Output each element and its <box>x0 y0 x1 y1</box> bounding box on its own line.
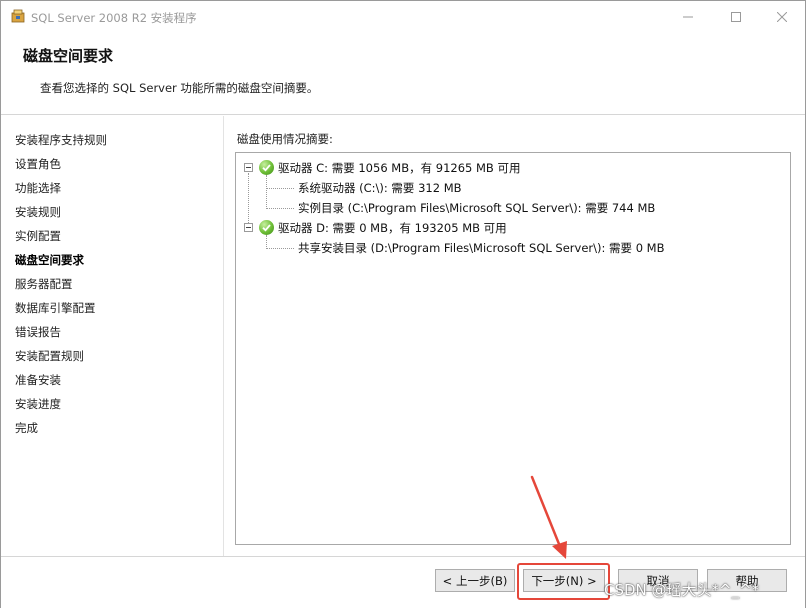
tree-item-drive-c[interactable]: 驱动器 C: 需要 1056 MB，有 91265 MB 可用 <box>278 160 520 176</box>
sidebar-item-support-rules[interactable]: 安装程序支持规则 <box>15 132 107 148</box>
tree-item-shared-dir[interactable]: 共享安装目录 (D:\Program Files\Microsoft SQL S… <box>298 240 664 256</box>
prev-button[interactable]: < 上一步(B) <box>435 569 515 592</box>
sidebar-item-db-engine-config[interactable]: 数据库引擎配置 <box>15 300 96 316</box>
disk-summary-label: 磁盘使用情况摘要: <box>237 132 333 146</box>
sidebar-item-ready-install[interactable]: 准备安装 <box>15 372 61 388</box>
next-highlight-box <box>517 563 610 600</box>
close-button[interactable] <box>759 1 805 32</box>
page-title: 磁盘空间要求 <box>23 47 114 65</box>
sidebar-item-server-config[interactable]: 服务器配置 <box>15 276 73 292</box>
close-icon <box>777 11 787 22</box>
success-check-icon <box>259 220 274 235</box>
collapse-drive-c-icon[interactable] <box>244 163 253 172</box>
title-bar[interactable]: SQL Server 2008 R2 安装程序 <box>1 1 805 32</box>
sql-server-setup-icon <box>11 9 25 23</box>
success-check-icon <box>259 160 274 175</box>
tree-connector <box>266 208 294 209</box>
sidebar-item-error-report[interactable]: 错误报告 <box>15 324 61 340</box>
sidebar-item-complete[interactable]: 完成 <box>15 420 38 436</box>
tree-connector <box>266 175 267 209</box>
sidebar-item-feature-selection[interactable]: 功能选择 <box>15 180 61 196</box>
sidebar-item-install-progress[interactable]: 安装进度 <box>15 396 61 412</box>
sidebar-divider <box>223 116 224 556</box>
collapse-drive-d-icon[interactable] <box>244 223 253 232</box>
page-subtitle: 查看您选择的 SQL Server 功能所需的磁盘空间摘要。 <box>40 81 319 95</box>
sidebar-nav: 安装程序支持规则 设置角色 功能选择 安装规则 实例配置 磁盘空间要求 服务器配… <box>1 116 223 556</box>
installer-window: SQL Server 2008 R2 安装程序 磁盘空间要求 查看您选择的 SQ… <box>0 0 806 608</box>
window-title: SQL Server 2008 R2 安装程序 <box>31 11 197 25</box>
csdn-watermark: CSDN @瑶大头*^_^* <box>604 581 760 599</box>
minimize-button[interactable] <box>665 1 711 32</box>
disk-usage-tree[interactable]: 驱动器 C: 需要 1056 MB，有 91265 MB 可用 系统驱动器 (C… <box>235 152 791 545</box>
tree-item-system-drive[interactable]: 系统驱动器 (C:\): 需要 312 MB <box>298 180 462 196</box>
minimize-icon <box>683 16 693 17</box>
tree-connector <box>266 248 294 249</box>
tree-connector <box>266 235 267 249</box>
tree-connector <box>248 173 249 229</box>
sidebar-item-install-rules[interactable]: 安装规则 <box>15 204 61 220</box>
sidebar-item-disk-space[interactable]: 磁盘空间要求 <box>15 252 84 268</box>
tree-item-drive-d[interactable]: 驱动器 D: 需要 0 MB，有 193205 MB 可用 <box>278 220 507 236</box>
red-arrow-icon <box>530 475 567 559</box>
sidebar-item-instance-config[interactable]: 实例配置 <box>15 228 61 244</box>
maximize-icon <box>731 11 741 22</box>
tree-item-instance-dir[interactable]: 实例目录 (C:\Program Files\Microsoft SQL Ser… <box>298 200 655 216</box>
page-header: 磁盘空间要求 查看您选择的 SQL Server 功能所需的磁盘空间摘要。 <box>1 32 805 115</box>
sidebar-item-setup-role[interactable]: 设置角色 <box>15 156 61 172</box>
sidebar-item-config-rules[interactable]: 安装配置规则 <box>15 348 84 364</box>
maximize-button[interactable] <box>713 1 759 32</box>
tree-connector <box>266 188 294 189</box>
